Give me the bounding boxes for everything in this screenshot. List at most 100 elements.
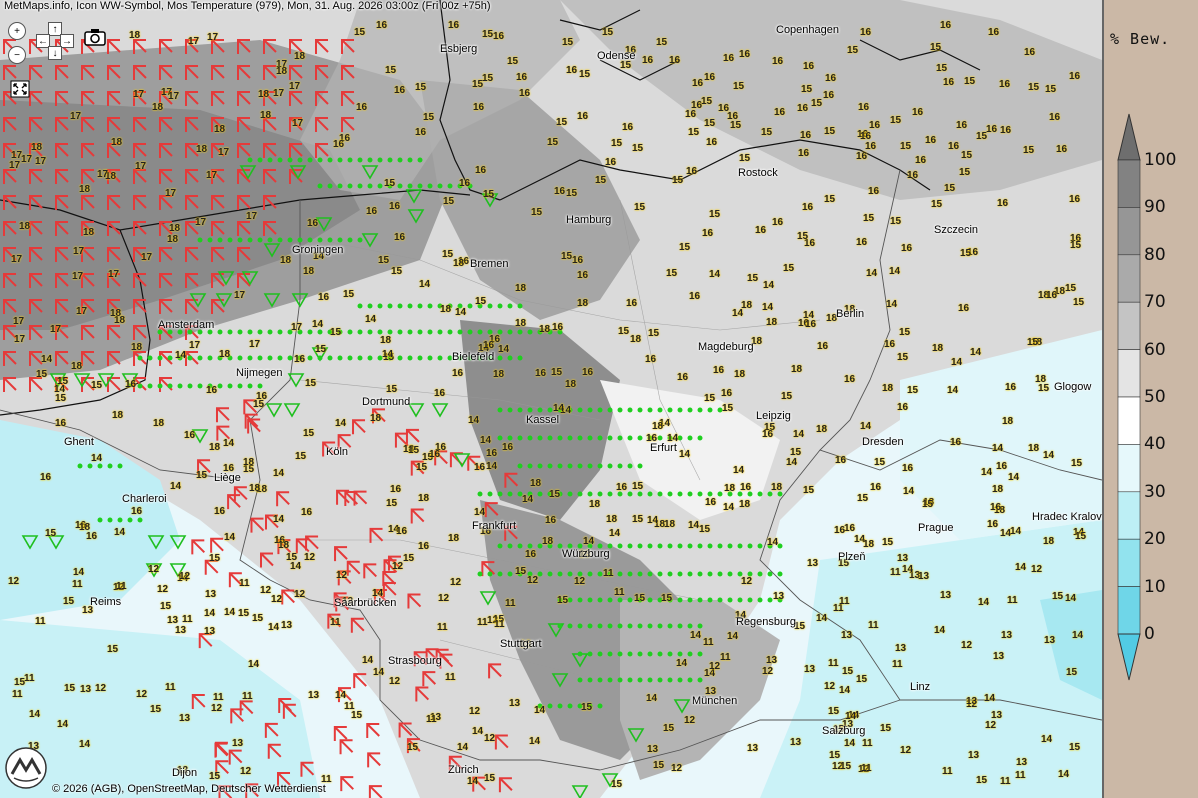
temperature-label: 14 <box>709 269 721 280</box>
temperature-label: 12 <box>438 593 450 604</box>
temperature-label: 16 <box>572 255 584 266</box>
temperature-label: 18 <box>71 361 83 372</box>
weather-map[interactable]: MetMaps.info, Icon WW-Symbol, Mos Temper… <box>0 0 1102 798</box>
fullscreen-icon[interactable] <box>10 80 30 98</box>
precip-dot <box>647 407 653 413</box>
zoom-in-icon[interactable]: + <box>8 22 26 40</box>
temperature-label: 16 <box>669 55 681 66</box>
cloud-cover-layer <box>0 0 1102 798</box>
precip-dot <box>407 157 413 163</box>
precip-dot <box>497 355 503 361</box>
temperature-label: 15 <box>415 82 427 93</box>
temperature-label: 14 <box>534 705 546 716</box>
temperature-label: 16 <box>483 340 495 351</box>
temperature-label: 15 <box>561 251 573 262</box>
camera-icon[interactable] <box>84 28 106 46</box>
city-label: Magdeburg <box>698 341 754 353</box>
precip-dot <box>417 157 423 163</box>
temperature-label: 17 <box>168 91 180 102</box>
temperature-label: 18 <box>31 142 43 153</box>
precip-dot <box>707 491 713 497</box>
precip-dot <box>687 543 693 549</box>
pan-right-button[interactable]: → <box>60 34 74 48</box>
legend-band <box>1117 538 1141 587</box>
precip-dot <box>197 237 203 243</box>
legend-band <box>1117 159 1141 208</box>
temperature-label: 18 <box>1028 443 1040 454</box>
temperature-label: 14 <box>1058 769 1070 780</box>
precip-dot <box>617 623 623 629</box>
temperature-label: 11 <box>839 596 850 607</box>
temperature-label: 14 <box>978 597 990 608</box>
temperature-label: 15 <box>790 447 802 458</box>
temperature-label: 16 <box>835 455 847 466</box>
temperature-label: 14 <box>1015 562 1027 573</box>
temperature-label: 15 <box>557 595 569 606</box>
temperature-label: 15 <box>890 115 902 126</box>
city-label: Kassel <box>526 414 560 426</box>
pan-down-button[interactable]: ↓ <box>48 46 62 60</box>
precip-dot <box>417 183 423 189</box>
legend-band <box>1117 491 1141 540</box>
precip-dot <box>627 463 633 469</box>
temperature-label: 17 <box>70 111 82 122</box>
temperature-label: 18 <box>1002 416 1014 427</box>
precip-dot <box>617 677 623 683</box>
temperature-label: 15 <box>840 761 852 772</box>
temperature-label: 14 <box>845 711 857 722</box>
precip-dot <box>647 491 653 497</box>
temperature-label: 15 <box>931 199 943 210</box>
precip-dot <box>507 491 513 497</box>
temperature-label: 18 <box>766 317 778 328</box>
temperature-label: 14 <box>224 607 236 618</box>
temperature-label: 11 <box>72 579 83 590</box>
temperature-label: 16 <box>915 155 927 166</box>
temperature-label: 15 <box>1028 82 1040 93</box>
temperature-label: 16 <box>798 148 810 159</box>
temperature-label: 15 <box>547 137 559 148</box>
precip-dot <box>617 597 623 603</box>
precip-dot <box>327 157 333 163</box>
precip-dot <box>677 491 683 497</box>
precip-dot <box>297 237 303 243</box>
temperature-label: 11 <box>614 587 625 598</box>
temperature-label: 14 <box>467 776 479 787</box>
precip-dot <box>357 303 363 309</box>
precip-dot <box>637 407 643 413</box>
temperature-label: 16 <box>990 502 1002 513</box>
temperature-label: 11 <box>213 692 224 703</box>
precip-dot <box>667 571 673 577</box>
temperature-label: 15 <box>386 384 398 395</box>
temperature-label: 18 <box>664 519 676 530</box>
precip-dot <box>257 383 263 389</box>
temperature-label: 12 <box>741 576 753 587</box>
precip-dot <box>137 517 143 523</box>
temperature-label: 15 <box>661 593 673 604</box>
temperature-label: 15 <box>384 178 396 189</box>
precip-dot <box>627 491 633 497</box>
temperature-label: 18 <box>249 483 261 494</box>
temperature-label: 12 <box>961 640 973 651</box>
precip-dot <box>227 329 233 335</box>
city-label: Würzburg <box>562 548 610 560</box>
temperature-label: 16 <box>214 506 226 517</box>
precip-dot <box>577 597 583 603</box>
temperature-label: 11 <box>1007 595 1018 606</box>
city-label: Zürich <box>448 764 479 776</box>
temperature-label: 18 <box>219 349 231 360</box>
temperature-label: 16 <box>800 130 812 141</box>
temperature-label: 18 <box>734 369 746 380</box>
temperature-label: 14 <box>273 468 285 479</box>
temperature-label: 15 <box>602 27 614 38</box>
temperature-label: 15 <box>531 207 543 218</box>
temperature-label: 11 <box>330 617 341 628</box>
precip-dot <box>247 355 253 361</box>
precip-dot <box>627 571 633 577</box>
precip-dot <box>667 407 673 413</box>
precip-dot <box>507 303 513 309</box>
precip-dot <box>757 571 763 577</box>
zoom-out-icon[interactable]: − <box>8 46 26 64</box>
precip-dot <box>617 571 623 577</box>
city-label: München <box>692 695 738 707</box>
temperature-label: 15 <box>882 537 894 548</box>
